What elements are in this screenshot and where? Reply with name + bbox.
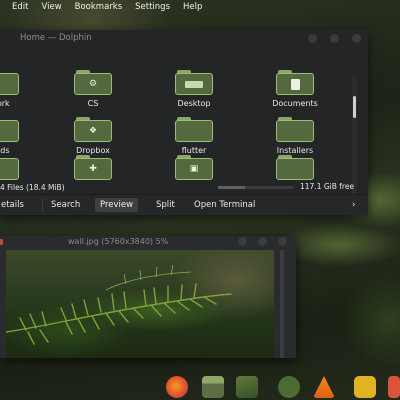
file-label: flutter [181, 146, 207, 155]
games-folder-icon: ✚ [74, 155, 112, 180]
viewer-scrollbar[interactable] [280, 250, 284, 358]
downloads-folder-icon [0, 117, 19, 142]
folder-item[interactable]: ▣ [159, 155, 229, 180]
folder-icon [175, 117, 213, 142]
extra-icon[interactable] [388, 376, 400, 398]
maximize-button[interactable] [330, 34, 339, 43]
minimize-button[interactable] [308, 34, 317, 43]
folder-icon [276, 117, 314, 142]
gear-icon: ⚙ [88, 78, 98, 89]
image-viewer-window: wall.jpg (5760x3840) 5% [0, 236, 296, 358]
dropbox-folder-icon: ❖ [74, 117, 112, 142]
file-label: CS [87, 99, 99, 108]
folder-item[interactable] [0, 155, 35, 180]
menu-bookmarks[interactable]: Bookmarks [75, 2, 123, 12]
folder-item[interactable] [260, 155, 330, 180]
file-label: work [0, 99, 10, 108]
viewer-maximize-button[interactable] [258, 237, 267, 246]
folder-item[interactable]: ⚙ CS [58, 70, 128, 108]
menu-settings[interactable]: Settings [135, 2, 170, 12]
viewer-title: wall.jpg (5760x3840) 5% [68, 237, 169, 246]
image-icon: ▣ [189, 163, 199, 174]
status-free-space: 117.1 GiB free [300, 182, 355, 191]
dolphin-titlebar[interactable]: Home — Dolphin [0, 30, 368, 47]
menu-edit[interactable]: Edit [12, 2, 28, 12]
dolphin-window: Home — Dolphin work ⚙ CS Desktop Documen… [0, 30, 368, 214]
wallpaper-image[interactable] [6, 250, 274, 358]
preview-button[interactable]: Preview [95, 198, 139, 212]
folder-item[interactable]: Documents [260, 70, 330, 108]
documents-folder-icon [276, 70, 314, 95]
viewer-close-button[interactable] [278, 237, 287, 246]
media-player-icon[interactable] [354, 376, 376, 398]
folder-icon [0, 155, 19, 180]
file-label: oads [0, 146, 10, 155]
file-label: Desktop [177, 99, 211, 108]
scrollbar-thumb[interactable] [353, 96, 356, 118]
settings-icon[interactable] [278, 376, 300, 398]
folder-icon [276, 155, 314, 180]
folder-item[interactable]: work [0, 70, 35, 108]
status-selection: 4 Files (18.4 MiB) [0, 183, 65, 192]
desktop-folder-icon [175, 70, 213, 95]
viewer-titlebar[interactable]: wall.jpg (5760x3840) 5% [0, 236, 296, 248]
file-label: Documents [272, 99, 318, 108]
file-label: Installers [276, 146, 314, 155]
pictures-folder-icon: ▣ [175, 155, 213, 180]
close-button[interactable] [352, 34, 361, 43]
viewer-accent [0, 239, 3, 245]
image-viewer-icon[interactable] [236, 376, 258, 398]
toolbar-divider [42, 198, 43, 212]
menu-help[interactable]: Help [183, 2, 202, 12]
folder-icon [0, 70, 19, 95]
gamepad-icon: ✚ [89, 163, 97, 174]
menu-bar: Edit View Bookmarks Settings Help [0, 0, 400, 13]
search-button[interactable]: Search [46, 198, 85, 212]
viewer-minimize-button[interactable] [238, 237, 247, 246]
folder-item[interactable]: ❖ Dropbox [58, 117, 128, 155]
folder-item[interactable]: flutter [159, 117, 229, 155]
folder-icon: ⚙ [74, 70, 112, 95]
details-button[interactable]: etails [0, 198, 29, 212]
toolbar: etails Search Preview Split Open Termina… [0, 194, 368, 215]
free-space-bar [218, 186, 294, 189]
folder-item[interactable]: ✚ [58, 155, 128, 180]
firefox-icon[interactable] [166, 376, 188, 398]
open-terminal-button[interactable]: Open Terminal [189, 198, 260, 212]
window-title: Home — Dolphin [20, 33, 92, 43]
folder-item[interactable]: Desktop [159, 70, 229, 108]
folder-item[interactable]: Installers [260, 117, 330, 155]
branch-illustration [6, 264, 232, 345]
menu-view[interactable]: View [41, 2, 61, 12]
file-grid: work ⚙ CS Desktop Documents oads ❖ Dropb… [0, 47, 352, 180]
dropbox-icon: ❖ [88, 125, 98, 136]
vlc-icon[interactable] [313, 376, 335, 398]
more-tools-button[interactable]: › [347, 198, 360, 212]
split-button[interactable]: Split [151, 198, 180, 212]
file-label: Dropbox [76, 146, 110, 155]
taskbar-dock [160, 373, 400, 400]
files-icon[interactable] [202, 376, 224, 398]
folder-item[interactable]: oads [0, 117, 35, 155]
status-bar: 4 Files (18.4 MiB) 117.1 GiB free [0, 181, 368, 193]
